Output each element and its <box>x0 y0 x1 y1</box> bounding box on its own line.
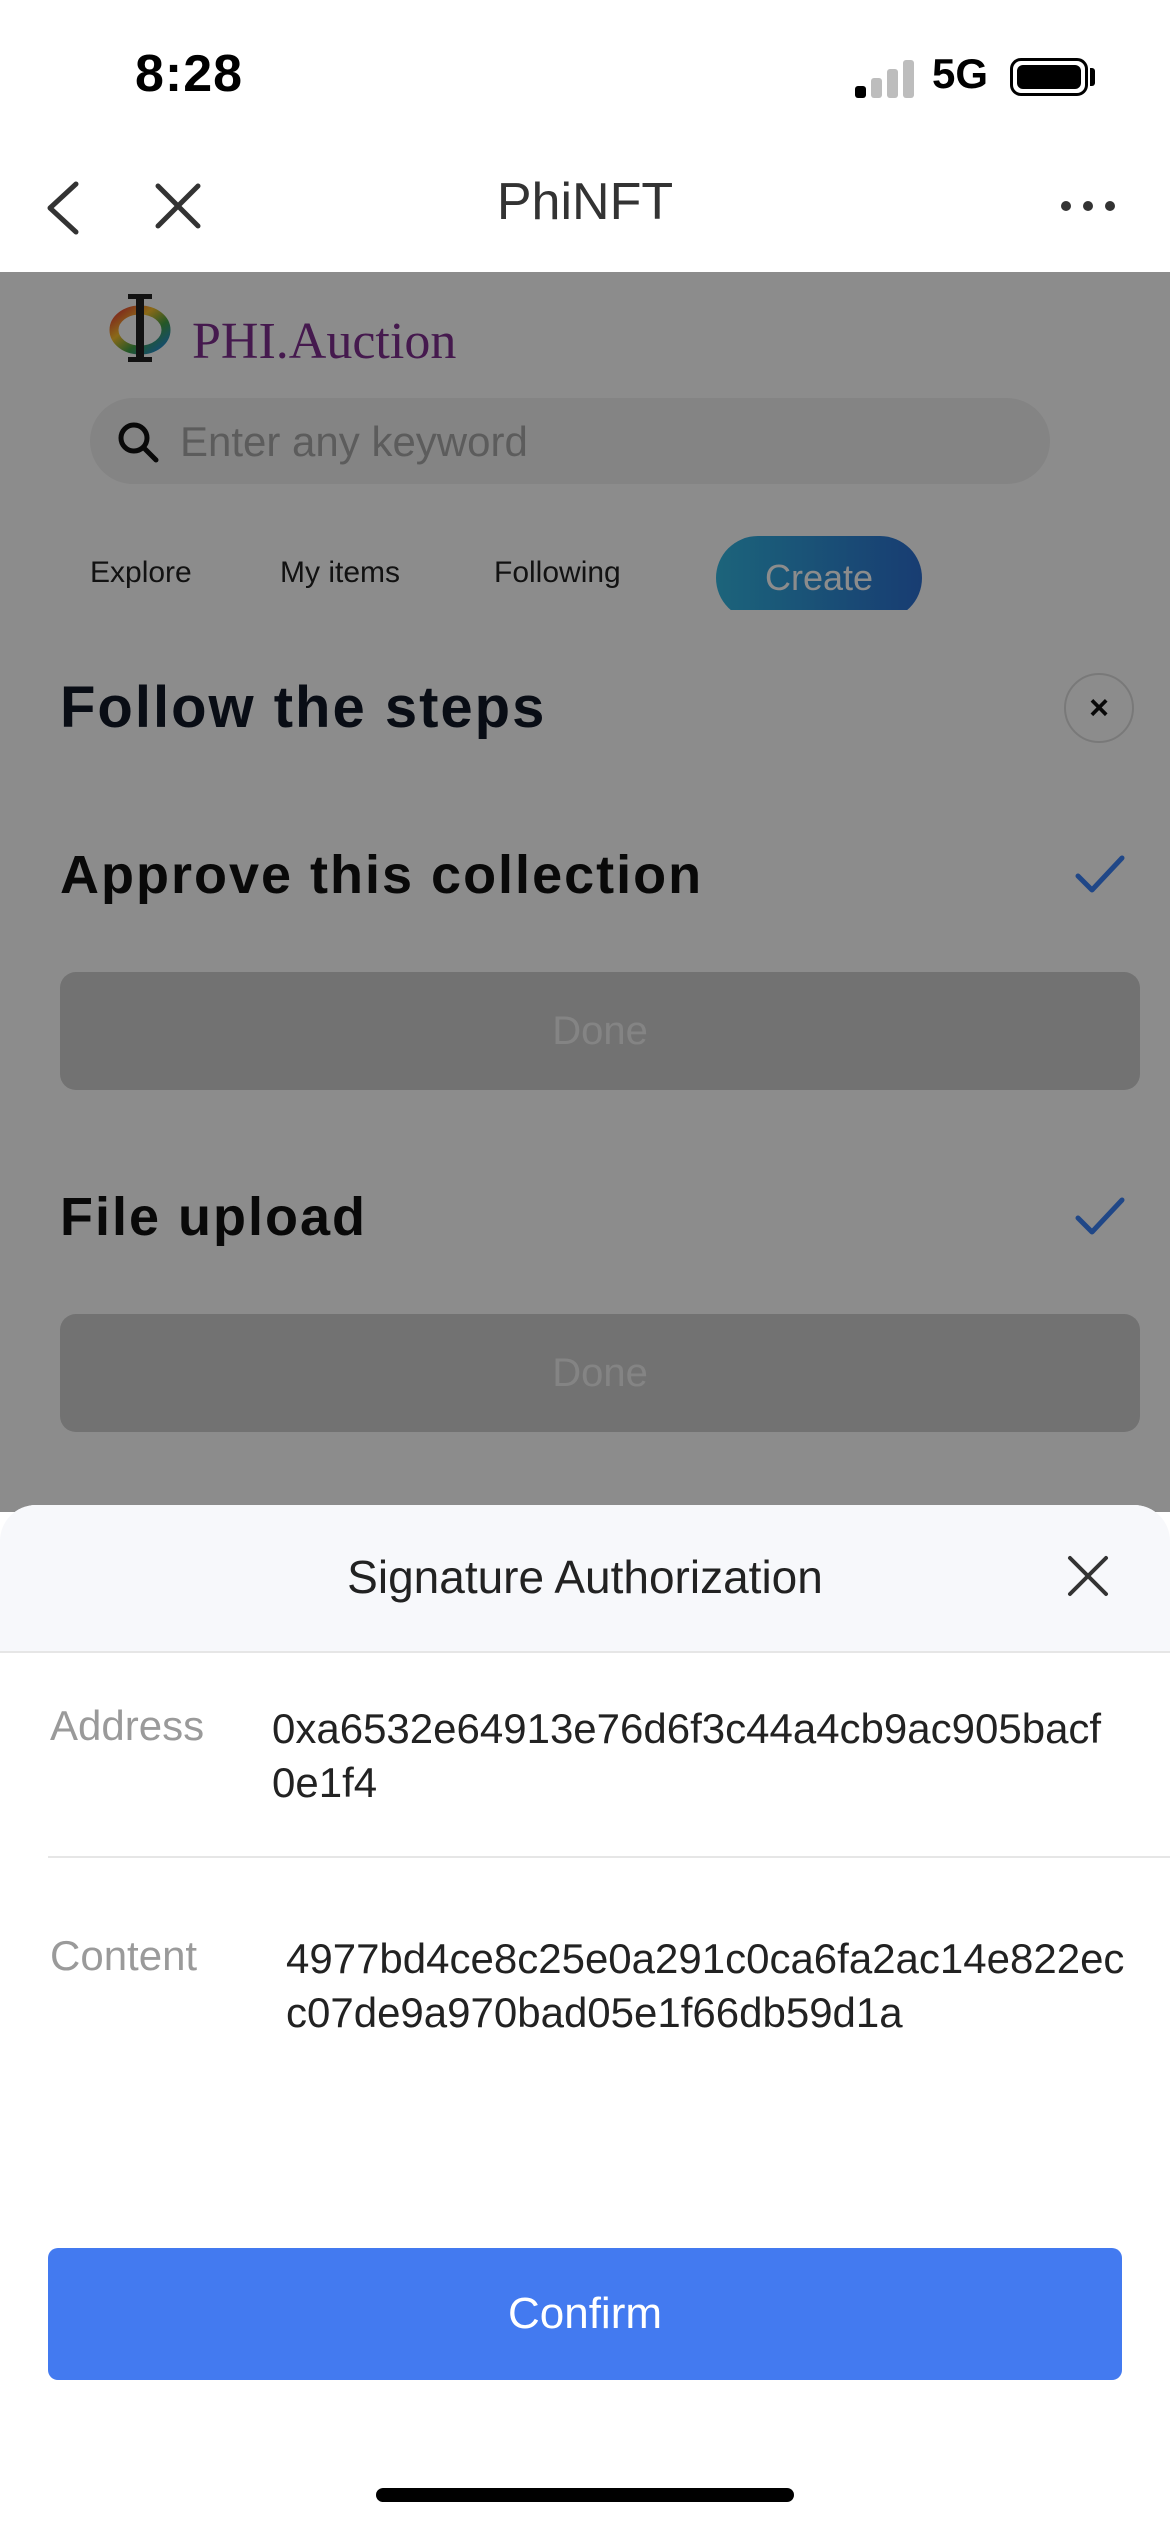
address-value: 0xa6532e64913e76d6f3c44a4cb9ac905bacf0e1… <box>272 1705 1102 1806</box>
content-label: Content <box>50 1932 198 1979</box>
network-label: 5G <box>932 50 989 97</box>
content-value: 4977bd4ce8c25e0a291c0ca6fa2ac14e822ecc07… <box>286 1935 1125 2036</box>
home-indicator <box>376 2488 794 2502</box>
battery-cap <box>1090 68 1095 86</box>
close-icon[interactable] <box>1064 1552 1112 1600</box>
signal-icon <box>855 58 915 98</box>
more-icon[interactable] <box>1058 196 1118 216</box>
signature-title: Signature Authorization <box>347 1551 823 1603</box>
nav-title: PhiNFT <box>496 173 674 231</box>
address-label: Address <box>50 1702 205 1749</box>
dim-overlay[interactable] <box>0 272 1170 1512</box>
confirm-button[interactable]: Confirm <box>48 2248 1122 2380</box>
battery-icon <box>1010 58 1088 96</box>
status-time: 8:28 <box>135 45 244 103</box>
row-divider <box>48 1856 1170 1858</box>
